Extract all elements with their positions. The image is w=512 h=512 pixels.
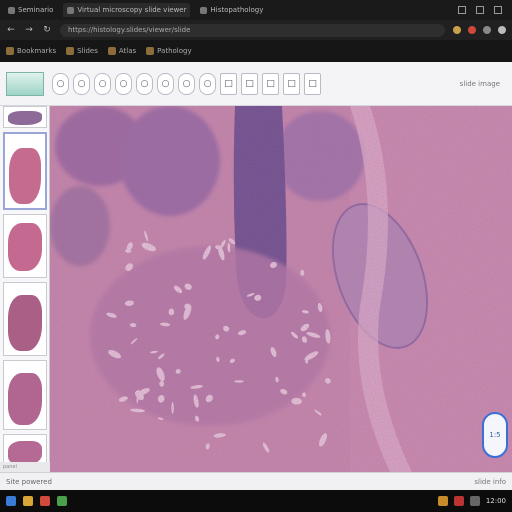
extension-icon[interactable] <box>483 26 491 34</box>
circle-icon[interactable]: ○ <box>157 72 174 95</box>
viewer-logo <box>6 71 44 96</box>
rect-icon[interactable]: □ <box>220 72 237 95</box>
bookmark-folder-icon <box>107 47 116 55</box>
tab-favicon-icon <box>67 6 75 14</box>
viewer-footer: Site powered slide info <box>0 472 512 490</box>
slide-canvas[interactable]: 1:5 <box>50 106 512 472</box>
bookmark-folder-icon <box>66 47 75 55</box>
image-label: slide image <box>459 79 500 88</box>
bookmark-item[interactable]: Pathology <box>146 47 192 55</box>
maximize-icon[interactable] <box>476 6 484 14</box>
window-controls <box>458 6 508 14</box>
browser-tab-0[interactable]: Seminario <box>4 3 57 17</box>
os-taskbar: 12:00 <box>0 490 512 512</box>
tab-favicon-icon <box>8 6 15 14</box>
address-bar[interactable]: https://histology.slides/viewer/slide <box>60 23 445 37</box>
zoom-indicator[interactable]: 1:5 <box>482 412 508 458</box>
bookmarks-bar: Bookmarks Slides Atlas Pathology <box>0 40 512 62</box>
viewer-toolbar: ○ ○ ○ ○ ○ ○ ○ ○ □ □ □ □ □ slide image <box>0 62 512 106</box>
browser-tab-2[interactable]: Histopathology <box>196 3 267 17</box>
extension-icon[interactable] <box>468 26 476 34</box>
circle-icon[interactable]: ○ <box>94 72 111 95</box>
circle-icon[interactable]: ○ <box>73 72 90 95</box>
extension-icon[interactable] <box>453 26 461 34</box>
bookmark-item[interactable]: Bookmarks <box>6 47 56 55</box>
thumbnail-image <box>8 373 42 425</box>
slide-thumbnail-selected[interactable] <box>3 132 47 210</box>
tray-icon[interactable] <box>453 496 464 506</box>
bookmark-label: Atlas <box>118 47 137 55</box>
tab-label: Virtual microscopy slide viewer <box>77 6 187 14</box>
bookmark-folder-icon <box>6 47 14 55</box>
system-tray: 12:00 <box>437 496 506 506</box>
start-icon[interactable] <box>6 496 16 506</box>
browser-tab-1[interactable]: Virtual microscopy slide viewer <box>63 3 191 17</box>
thumbnail-image <box>9 148 41 204</box>
tissue-image <box>50 106 512 472</box>
thumbnail-image <box>8 223 42 271</box>
circle-icon[interactable]: ○ <box>178 72 195 95</box>
rect-icon[interactable]: □ <box>241 72 258 95</box>
tab-favicon-icon <box>200 6 208 14</box>
zoom-label: 1:5 <box>489 431 501 439</box>
bookmark-label: Slides <box>77 47 98 55</box>
thumbnail-image <box>8 111 42 125</box>
circle-icon[interactable]: ○ <box>115 72 132 95</box>
extension-icons <box>453 26 506 34</box>
texture-overlay <box>50 106 512 472</box>
bookmark-item[interactable]: Atlas <box>107 47 137 55</box>
bookmark-item[interactable]: Slides <box>66 47 98 55</box>
folder-icon[interactable] <box>23 496 33 506</box>
browser-toolbar: ← → ↻ https://histology.slides/viewer/sl… <box>0 20 512 40</box>
minimize-icon[interactable] <box>458 6 466 14</box>
bookmark-label: Bookmarks <box>17 47 57 55</box>
volume-icon[interactable] <box>469 496 480 506</box>
app-icon[interactable] <box>57 496 67 506</box>
slide-thumbnail[interactable] <box>3 214 47 278</box>
circle-icon[interactable]: ○ <box>52 72 69 95</box>
thumbnail-panel <box>0 106 50 472</box>
panel-status: panel <box>0 462 50 472</box>
footer-right-text: slide info <box>474 477 506 486</box>
profile-icon[interactable] <box>498 26 506 34</box>
footer-left-text: Site powered <box>6 477 52 486</box>
tab-label: Histopathology <box>210 6 264 14</box>
reload-icon[interactable]: ↻ <box>42 25 52 35</box>
tab-label: Seminario <box>18 6 54 14</box>
forward-arrow-icon[interactable]: → <box>24 25 34 35</box>
thumbnail-image <box>8 295 42 351</box>
circle-icon[interactable]: ○ <box>136 72 153 95</box>
viewer-tool-buttons: ○ ○ ○ ○ ○ ○ ○ ○ □ □ □ □ □ <box>52 72 321 95</box>
slide-thumbnail[interactable] <box>3 106 47 128</box>
bookmark-label: Pathology <box>157 47 192 55</box>
slide-thumbnail[interactable] <box>3 282 47 356</box>
rect-icon[interactable]: □ <box>304 72 321 95</box>
browser-icon[interactable] <box>40 496 50 506</box>
rect-icon[interactable]: □ <box>262 72 279 95</box>
close-icon[interactable] <box>494 6 502 14</box>
tray-icon[interactable] <box>437 496 448 506</box>
circle-icon[interactable]: ○ <box>199 72 216 95</box>
rect-icon[interactable]: □ <box>283 72 300 95</box>
browser-tab-bar: Seminario Virtual microscopy slide viewe… <box>0 0 512 20</box>
bookmark-folder-icon <box>146 47 155 55</box>
back-arrow-icon[interactable]: ← <box>6 25 16 35</box>
slide-thumbnail[interactable] <box>3 360 47 430</box>
clock: 12:00 <box>485 497 506 505</box>
